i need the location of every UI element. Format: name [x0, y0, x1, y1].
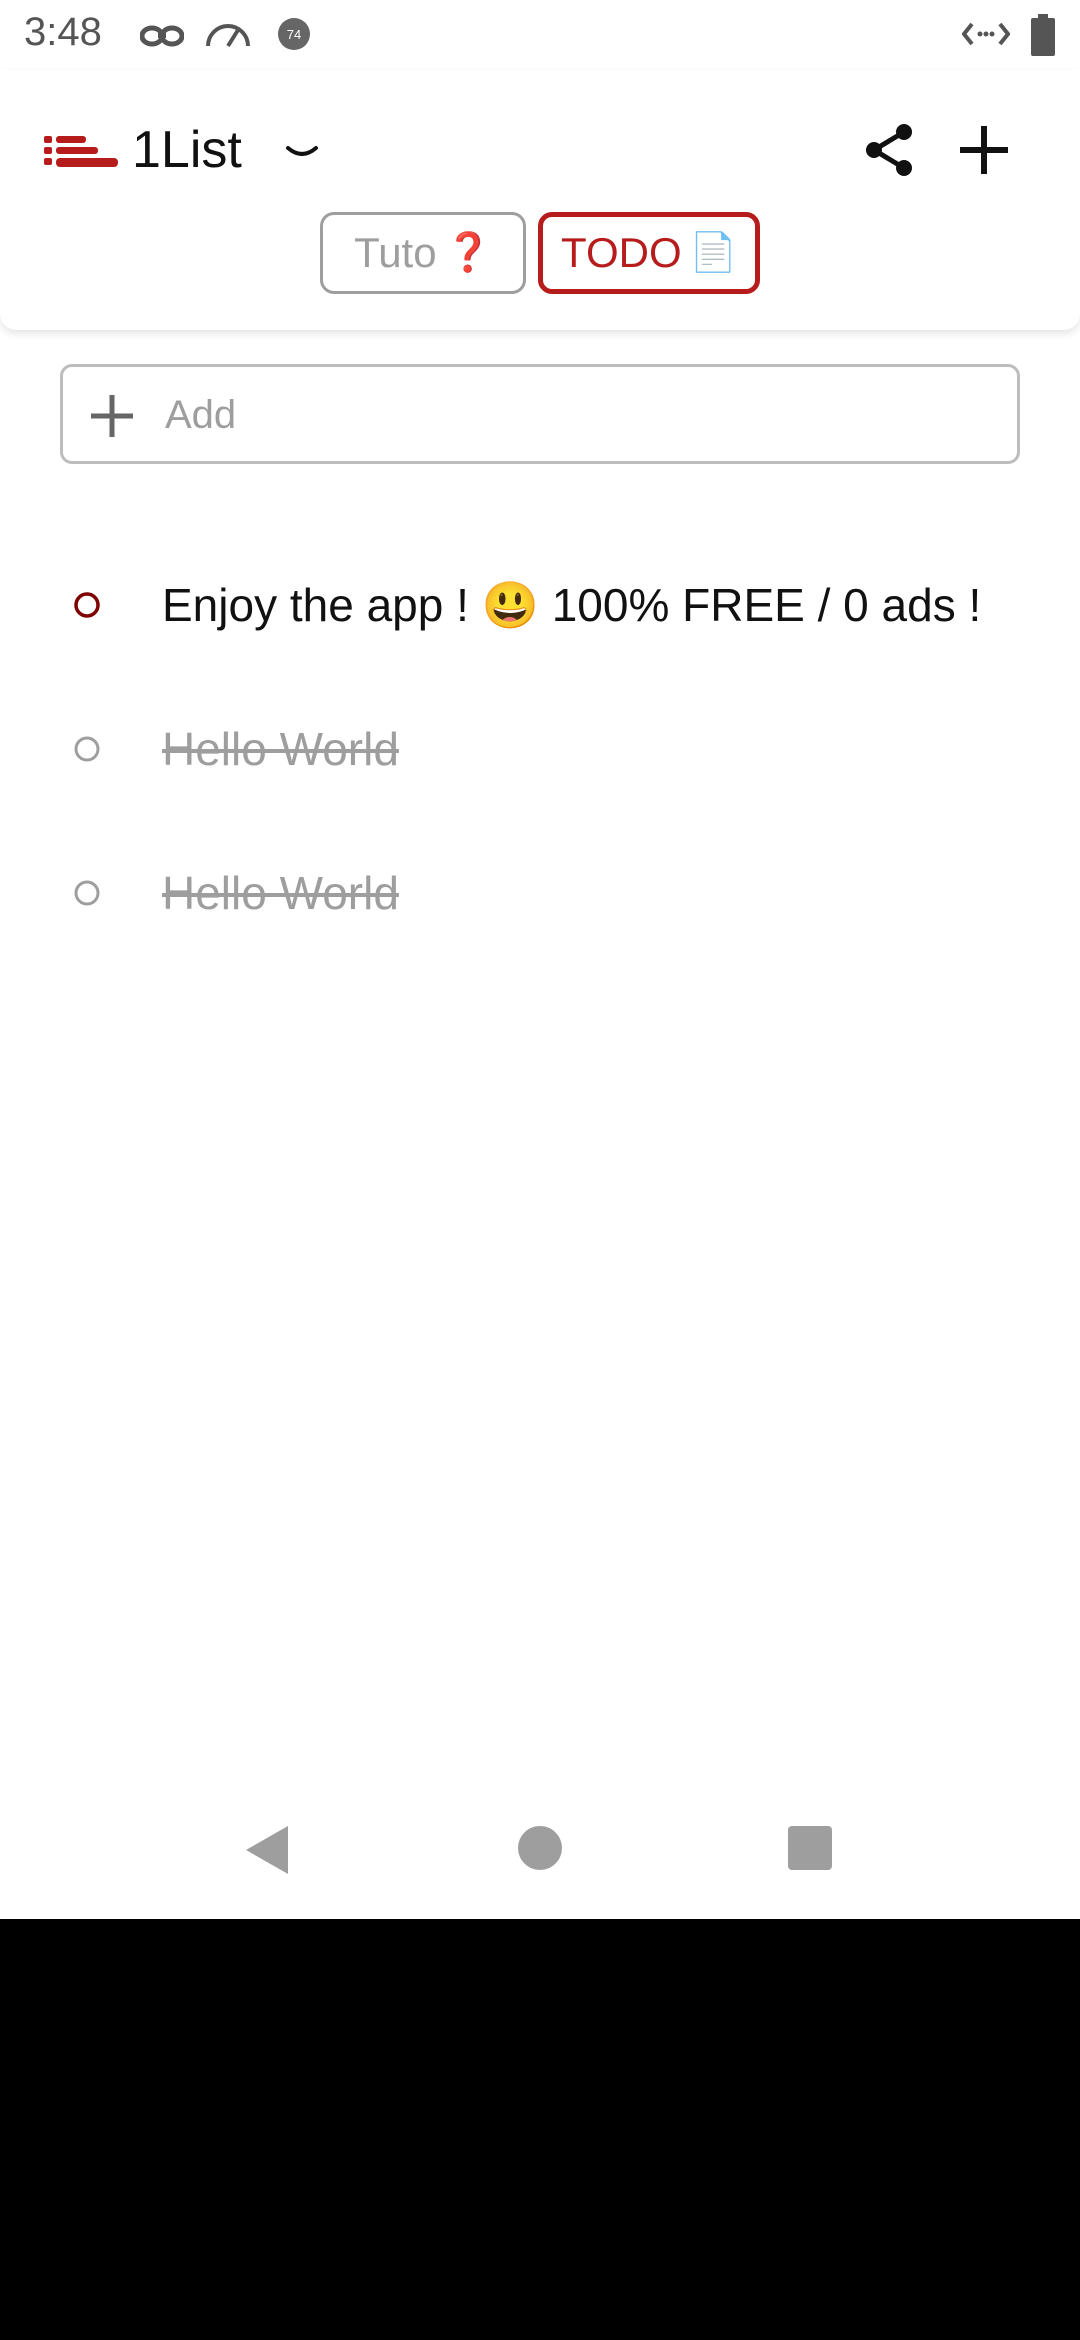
list-item-text: Hello World	[162, 867, 399, 919]
recents-icon[interactable]	[786, 1824, 834, 1872]
list-item-text: Enjoy the app ! 😃 100% FREE / 0 ads !	[162, 579, 982, 631]
app-screen: 3:48 74 1List Tuto ❓ TODO 📄 Add Enjoy th…	[0, 0, 1080, 1919]
plus-icon	[91, 395, 133, 437]
list-item-text: Hello World	[162, 723, 399, 775]
incognito-icon	[140, 25, 184, 47]
question-icon: ❓	[444, 232, 492, 274]
data-saver-icon	[962, 22, 1010, 46]
list-item[interactable]: Hello World	[0, 690, 1080, 810]
status-time: 3:48	[24, 10, 102, 54]
add-item-field[interactable]	[60, 364, 1020, 464]
list-item[interactable]: Enjoy the app ! 😃 100% FREE / 0 ads !	[0, 546, 1080, 666]
list-logo-icon	[44, 136, 118, 167]
notification-count-icon: 74	[278, 18, 310, 50]
app-bar: 1List Tuto ❓ TODO 📄	[0, 70, 1080, 330]
status-bar: 3:48 74	[0, 0, 1080, 70]
list-item[interactable]: Hello World	[0, 834, 1080, 954]
tab-tuto[interactable]: Tuto ❓	[320, 212, 526, 294]
system-nav-bar	[0, 1780, 1080, 1919]
chevron-down-icon[interactable]	[284, 144, 320, 164]
tab-tuto-label: Tuto	[354, 229, 437, 276]
tab-todo-label: TODO	[561, 229, 682, 276]
circle-checkbox-icon[interactable]	[72, 590, 102, 620]
home-icon[interactable]	[516, 1824, 564, 1872]
tab-todo[interactable]: TODO 📄	[538, 212, 760, 294]
circle-checkbox-icon[interactable]	[72, 878, 102, 908]
notepad-icon: 📄	[689, 232, 737, 274]
plus-icon[interactable]	[956, 122, 1012, 178]
add-item-input[interactable]	[163, 381, 987, 449]
speedometer-icon	[206, 24, 250, 48]
notification-count: 74	[287, 27, 301, 42]
battery-icon	[1031, 14, 1055, 56]
back-icon[interactable]	[242, 1822, 292, 1878]
share-icon[interactable]	[862, 122, 918, 178]
app-title[interactable]: 1List	[132, 120, 242, 180]
circle-checkbox-icon[interactable]	[72, 734, 102, 764]
